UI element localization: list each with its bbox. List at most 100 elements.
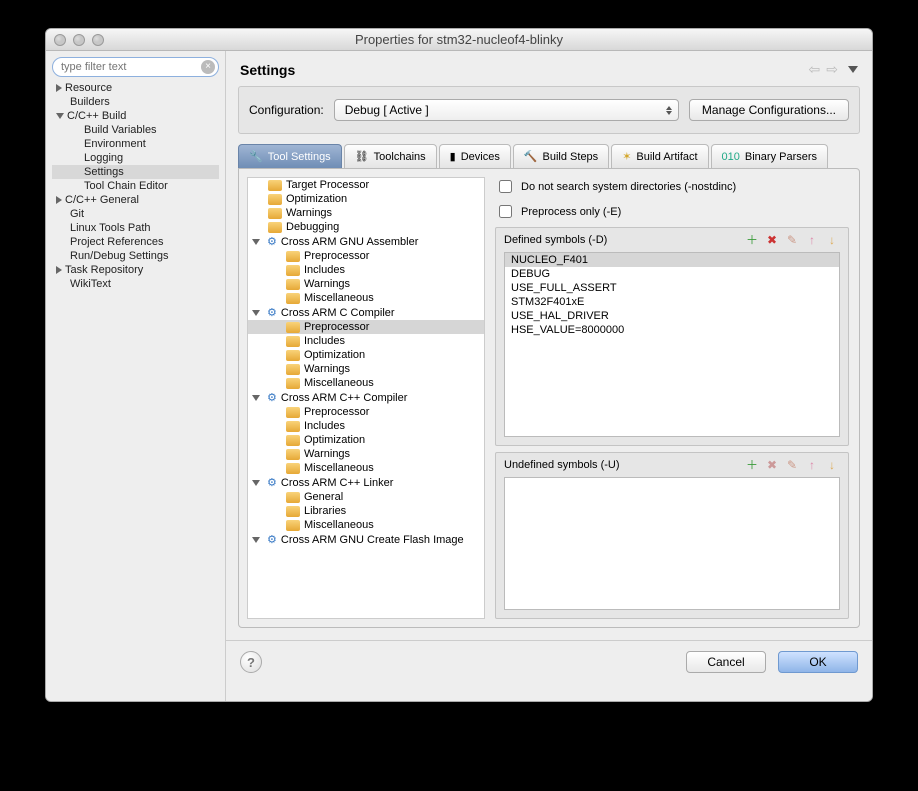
st-label: Cross ARM GNU Create Flash Image xyxy=(281,534,464,546)
st-target-processor[interactable]: Target Processor xyxy=(248,178,484,192)
cancel-button[interactable]: Cancel xyxy=(686,651,766,673)
chevron-down-icon xyxy=(252,480,260,486)
tree-item-project-references[interactable]: Project References xyxy=(52,235,219,249)
symbol-item[interactable]: STM32F401xE xyxy=(505,295,839,309)
move-down-icon[interactable]: ↓ xyxy=(824,457,840,473)
st-cppcomp[interactable]: ⚙Cross ARM C++ Compiler xyxy=(248,390,484,405)
st-ccomp-misc[interactable]: Miscellaneous xyxy=(248,376,484,390)
configuration-box: Configuration: Debug [ Active ] Manage C… xyxy=(238,86,860,134)
st-ccomp-includes[interactable]: Includes xyxy=(248,334,484,348)
st-linker-misc[interactable]: Miscellaneous xyxy=(248,518,484,532)
tab-build-steps[interactable]: 🔨 Build Steps xyxy=(513,144,609,168)
tree-item-linux-tools-path[interactable]: Linux Tools Path xyxy=(52,221,219,235)
tree-item-ccbuild[interactable]: C/C++ Build xyxy=(52,109,219,123)
tree-item-task-repository[interactable]: Task Repository xyxy=(52,263,219,277)
st-asm-misc[interactable]: Miscellaneous xyxy=(248,291,484,305)
st-optimization[interactable]: Optimization xyxy=(248,192,484,206)
st-ccomp-preprocessor[interactable]: Preprocessor xyxy=(248,320,484,334)
symbol-item[interactable]: DEBUG xyxy=(505,267,839,281)
tab-devices[interactable]: ▮ Devices xyxy=(439,144,511,168)
undefined-symbols-list[interactable] xyxy=(504,477,840,610)
st-asm-includes[interactable]: Includes xyxy=(248,263,484,277)
tree-item-settings[interactable]: Settings xyxy=(52,165,219,179)
minimize-window-button[interactable] xyxy=(73,34,85,46)
filter-input[interactable] xyxy=(52,57,219,77)
tab-label: Build Steps xyxy=(543,151,599,163)
help-button[interactable]: ? xyxy=(240,651,262,673)
symbol-item[interactable]: HSE_VALUE=8000000 xyxy=(505,323,839,337)
tab-build-artifact[interactable]: ✶ Build Artifact xyxy=(611,144,708,168)
tree-item-wikitext[interactable]: WikiText xyxy=(52,277,219,291)
tree-item-ccgeneral[interactable]: C/C++ General xyxy=(52,193,219,207)
tab-toolchains[interactable]: ⛓ Toolchains xyxy=(344,144,437,168)
zoom-window-button[interactable] xyxy=(92,34,104,46)
add-icon[interactable]: ＋ xyxy=(744,457,760,473)
tree-item-build-variables[interactable]: Build Variables xyxy=(52,123,219,137)
clear-filter-icon[interactable]: × xyxy=(201,60,215,74)
st-cppcomp-includes[interactable]: Includes xyxy=(248,419,484,433)
nostdinc-checkbox-row[interactable]: Do not search system directories (-nostd… xyxy=(495,177,849,196)
folder-icon xyxy=(286,322,300,333)
gear-icon: ⚙ xyxy=(267,306,277,319)
back-icon[interactable]: ⇦ xyxy=(809,61,821,78)
binary-icon: 010 xyxy=(722,151,740,163)
st-asm[interactable]: ⚙Cross ARM GNU Assembler xyxy=(248,234,484,249)
st-cppcomp-preprocessor[interactable]: Preprocessor xyxy=(248,405,484,419)
st-linker[interactable]: ⚙Cross ARM C++ Linker xyxy=(248,475,484,490)
titlebar[interactable]: Properties for stm32-nucleof4-blinky xyxy=(46,29,872,51)
preprocess-only-checkbox[interactable] xyxy=(499,205,512,218)
st-asm-warnings[interactable]: Warnings xyxy=(248,277,484,291)
toolchain-icon: ⛓ xyxy=(355,150,369,163)
symbol-item[interactable]: USE_FULL_ASSERT xyxy=(505,281,839,295)
move-up-icon[interactable]: ↑ xyxy=(804,457,820,473)
forward-icon[interactable]: ⇨ xyxy=(826,61,838,78)
tree-label: WikiText xyxy=(70,278,111,290)
st-ccomp-warnings[interactable]: Warnings xyxy=(248,362,484,376)
move-up-icon[interactable]: ↑ xyxy=(804,232,820,248)
tab-tool-settings[interactable]: 🔧 Tool Settings xyxy=(238,144,342,168)
chevron-right-icon xyxy=(56,84,62,92)
st-flash[interactable]: ⚙Cross ARM GNU Create Flash Image xyxy=(248,532,484,547)
st-cppcomp-optimization[interactable]: Optimization xyxy=(248,433,484,447)
delete-icon[interactable]: ✖ xyxy=(764,457,780,473)
tab-binary-parsers[interactable]: 010 Binary Parsers xyxy=(711,144,829,168)
chevron-right-icon xyxy=(56,266,62,274)
tree-item-environment[interactable]: Environment xyxy=(52,137,219,151)
tree-item-run-debug[interactable]: Run/Debug Settings xyxy=(52,249,219,263)
st-asm-preprocessor[interactable]: Preprocessor xyxy=(248,249,484,263)
folder-icon xyxy=(286,421,300,432)
tree-label: Resource xyxy=(65,82,112,94)
manage-configurations-button[interactable]: Manage Configurations... xyxy=(689,99,849,121)
st-ccomp[interactable]: ⚙Cross ARM C Compiler xyxy=(248,305,484,320)
edit-icon[interactable]: ✎ xyxy=(784,232,800,248)
move-down-icon[interactable]: ↓ xyxy=(824,232,840,248)
tree-item-git[interactable]: Git xyxy=(52,207,219,221)
st-cppcomp-warnings[interactable]: Warnings xyxy=(248,447,484,461)
defined-symbols-list[interactable]: NUCLEO_F401 DEBUG USE_FULL_ASSERT STM32F… xyxy=(504,252,840,437)
tree-item-logging[interactable]: Logging xyxy=(52,151,219,165)
st-debugging[interactable]: Debugging xyxy=(248,220,484,234)
close-window-button[interactable] xyxy=(54,34,66,46)
symbol-item[interactable]: USE_HAL_DRIVER xyxy=(505,309,839,323)
st-cppcomp-misc[interactable]: Miscellaneous xyxy=(248,461,484,475)
add-icon[interactable]: ＋ xyxy=(744,232,760,248)
st-warnings[interactable]: Warnings xyxy=(248,206,484,220)
st-ccomp-optimization[interactable]: Optimization xyxy=(248,348,484,362)
tree-label: Project References xyxy=(70,236,164,248)
ok-button[interactable]: OK xyxy=(778,651,858,673)
delete-icon[interactable]: ✖ xyxy=(764,232,780,248)
tree-item-tool-chain-editor[interactable]: Tool Chain Editor xyxy=(52,179,219,193)
menu-dropdown-icon[interactable] xyxy=(848,66,858,73)
preprocess-only-checkbox-row[interactable]: Preprocess only (-E) xyxy=(495,202,849,221)
edit-icon[interactable]: ✎ xyxy=(784,457,800,473)
tree-item-resource[interactable]: Resource xyxy=(52,81,219,95)
configuration-select[interactable]: Debug [ Active ] xyxy=(334,99,679,121)
st-label: Preprocessor xyxy=(304,321,369,333)
st-linker-libraries[interactable]: Libraries xyxy=(248,504,484,518)
symbol-item[interactable]: NUCLEO_F401 xyxy=(505,253,839,267)
tree-label: Logging xyxy=(84,152,123,164)
nostdinc-checkbox[interactable] xyxy=(499,180,512,193)
st-label: Includes xyxy=(304,335,345,347)
tree-item-builders[interactable]: Builders xyxy=(52,95,219,109)
st-linker-general[interactable]: General xyxy=(248,490,484,504)
